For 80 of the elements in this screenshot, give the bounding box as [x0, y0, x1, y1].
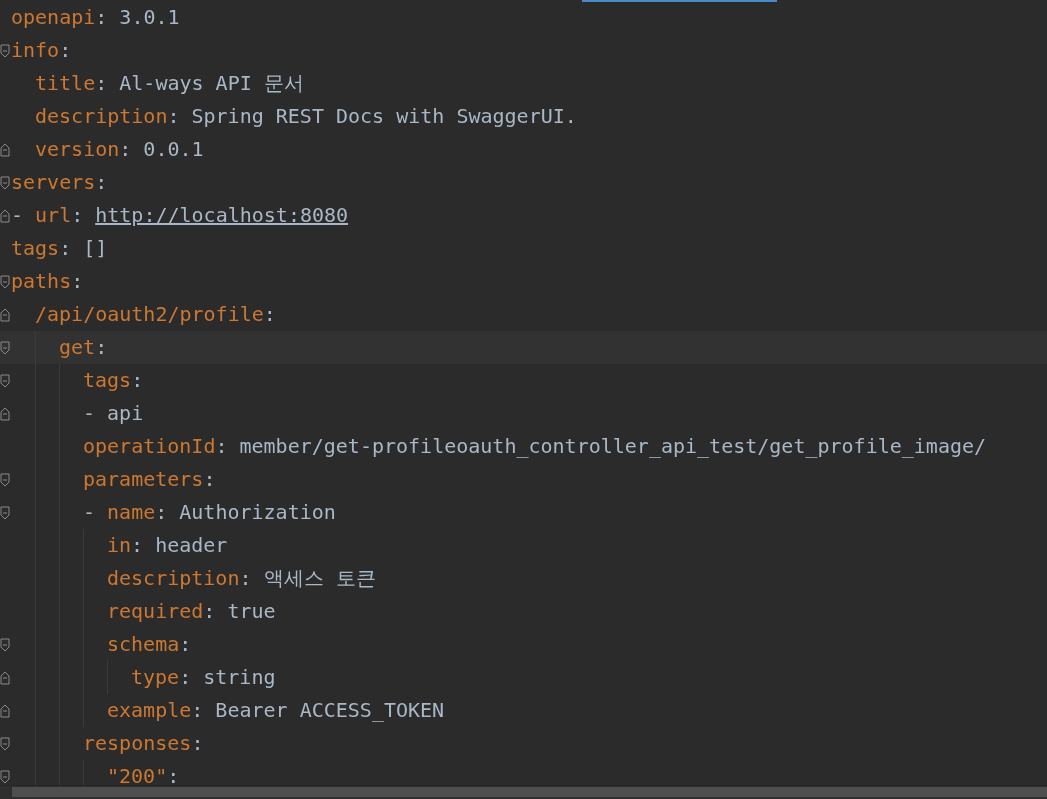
colon: :: [179, 631, 192, 658]
colon: :: [95, 4, 108, 31]
fold-icon[interactable]: [0, 208, 10, 223]
horizontal-scrollbar[interactable]: [0, 785, 1047, 799]
yaml-key: description: [107, 562, 240, 595]
list-dash: -: [11, 202, 24, 229]
fold-icon[interactable]: [0, 307, 10, 322]
fold-icon[interactable]: [0, 703, 10, 718]
yaml-value: []: [83, 235, 108, 262]
fold-icon[interactable]: [0, 637, 10, 652]
colon: :: [59, 235, 72, 262]
colon: :: [191, 730, 204, 757]
colon: :: [131, 367, 144, 394]
colon: :: [203, 598, 216, 625]
fold-icon[interactable]: [0, 274, 10, 289]
yaml-key: paths: [11, 265, 72, 298]
yaml-key: type: [131, 661, 180, 694]
list-dash: -: [83, 400, 96, 427]
fold-icon[interactable]: [0, 43, 10, 58]
yaml-value: Authorization: [179, 499, 336, 526]
yaml-key: operationId: [83, 430, 216, 463]
yaml-key: example: [107, 694, 192, 727]
yaml-value: Spring REST Docs with SwaggerUI.: [191, 103, 577, 130]
url-link[interactable]: http://localhost:8080: [95, 199, 349, 232]
yaml-value: api: [107, 400, 144, 427]
fold-icon[interactable]: [0, 769, 10, 784]
fold-icon[interactable]: [0, 406, 10, 421]
yaml-value: string: [203, 664, 276, 691]
yaml-key: /api/oauth2/profile: [35, 298, 264, 331]
colon: :: [119, 136, 132, 163]
colon: :: [239, 565, 252, 592]
yaml-value: 액세스 토큰: [263, 565, 376, 592]
fold-icon[interactable]: [0, 505, 10, 520]
yaml-key: responses: [83, 727, 192, 760]
yaml-value: member/get-profileoauth_controller_api_test/get_profile_image/: [239, 433, 987, 460]
colon: :: [179, 664, 192, 691]
yaml-key: openapi: [11, 1, 96, 34]
colon: :: [95, 334, 108, 361]
colon: :: [215, 433, 228, 460]
colon: :: [131, 532, 144, 559]
fold-icon[interactable]: [0, 736, 10, 751]
yaml-key: "200": [107, 760, 168, 793]
yaml-key: schema: [107, 628, 180, 661]
yaml-key: description: [35, 100, 168, 133]
yaml-key: title: [35, 67, 96, 100]
colon: :: [95, 169, 108, 196]
yaml-value: true: [227, 598, 276, 625]
yaml-key: tags: [11, 232, 60, 265]
yaml-key: required: [107, 595, 204, 628]
yaml-key: name: [107, 496, 156, 529]
colon: :: [263, 301, 276, 328]
colon: :: [71, 202, 84, 229]
yaml-key: version: [35, 133, 120, 166]
colon: :: [167, 103, 180, 130]
colon: :: [167, 763, 180, 790]
yaml-key: tags: [83, 364, 132, 397]
colon: :: [59, 37, 72, 64]
yaml-key: parameters: [83, 463, 204, 496]
fold-icon[interactable]: [0, 472, 10, 487]
colon: :: [95, 70, 108, 97]
colon: :: [191, 697, 204, 724]
yaml-key: get: [59, 331, 96, 364]
yaml-value: 3.0.1: [119, 4, 180, 31]
yaml-key: in: [107, 529, 132, 562]
fold-icon[interactable]: [0, 142, 10, 157]
yaml-key: servers: [11, 166, 96, 199]
yaml-key: info: [11, 34, 60, 67]
yaml-key: url: [35, 199, 72, 232]
colon: :: [203, 466, 216, 493]
list-dash: -: [83, 499, 96, 526]
yaml-value: 0.0.1: [143, 136, 204, 163]
yaml-value: header: [155, 532, 228, 559]
colon: :: [71, 268, 84, 295]
fold-icon[interactable]: [0, 340, 10, 355]
fold-icon[interactable]: [0, 670, 10, 685]
fold-icon[interactable]: [0, 373, 10, 388]
yaml-value: Al-ways API 문서: [119, 70, 304, 97]
fold-icon[interactable]: [0, 175, 10, 190]
yaml-value: Bearer ACCESS_TOKEN: [215, 697, 445, 724]
colon: :: [155, 499, 168, 526]
